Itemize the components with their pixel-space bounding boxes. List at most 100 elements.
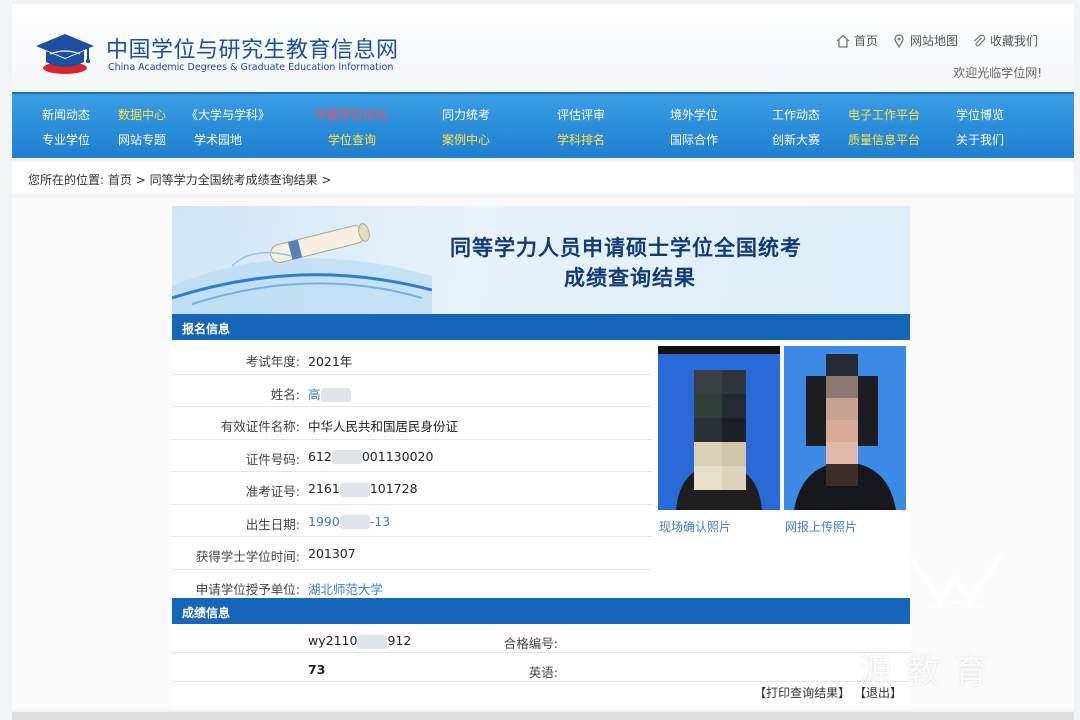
nav-item[interactable]: 专业学位 — [42, 131, 90, 148]
result-banner: 同等学力人员申请硕士学位全国统考 成绩查询结果 — [172, 206, 910, 314]
sitemap-link-label: 网站地图 — [909, 34, 958, 48]
redacted-mask — [339, 515, 370, 529]
upload-photo-caption[interactable]: 网报上传照片 — [785, 518, 857, 535]
site-name[interactable]: 中国学位与研究生教育信息网 — [106, 32, 399, 64]
sitemap-link[interactable]: 网站地图 — [892, 32, 958, 49]
field-value-text: 1990 — [308, 513, 340, 529]
field-row: 考试年度: 2021年 — [172, 342, 652, 375]
bookmark-link-label: 收藏我们 — [989, 34, 1038, 48]
field-value-tail: 001130020 — [361, 448, 434, 464]
nav-item[interactable]: 网站专题 — [118, 131, 166, 148]
scores-section-header: 成绩信息 — [172, 598, 910, 624]
field-value: 湖北师范大学 — [308, 579, 383, 598]
onsite-photo-caption[interactable]: 现场确认照片 — [659, 518, 731, 535]
nav-item[interactable]: 数据中心 — [118, 106, 166, 123]
nav-item[interactable]: 创新大赛 — [772, 131, 820, 148]
onsite-photo-image — [658, 346, 780, 510]
nav-item[interactable]: 新闻动态 — [42, 106, 90, 123]
upload-photo — [784, 346, 906, 510]
welcome-text: 欢迎光临学位网! — [953, 66, 1042, 80]
site-header: 中国学位与研究生教育信息网 China Academic Degrees & G… — [12, 4, 1074, 92]
site-name-english: China Academic Degrees & Graduate Educat… — [108, 62, 394, 73]
banner-title-line1: 同等学力人员申请硕士学位全国统考 — [450, 236, 802, 260]
nav-item[interactable]: 关于我们 — [956, 131, 1004, 148]
field-row: 英语: 73 — [172, 653, 910, 682]
nav-item[interactable]: 质量信息平台 — [848, 131, 920, 148]
field-row: 获得学士学位时间: 201307 — [172, 537, 652, 570]
field-label: 出生日期: — [245, 516, 300, 532]
field-label: 准考证号: — [245, 484, 300, 499]
map-pin-icon — [894, 33, 904, 48]
field-value: 73 — [308, 662, 325, 677]
field-value-text: 2021年 — [308, 354, 353, 369]
field-label: 考试年度: — [245, 354, 300, 369]
breadcrumb-home[interactable]: 首页 — [108, 173, 132, 187]
field-label: 合格编号: — [503, 636, 558, 651]
upload-photo-image — [784, 346, 906, 510]
top-links: 首页 网站地图 收藏我们 — [836, 32, 1038, 49]
onsite-photo — [658, 346, 780, 510]
nav-item[interactable]: 境外学位 — [670, 106, 718, 123]
field-value: 1990 -13 — [308, 513, 391, 529]
nav-item[interactable]: 评估评审 — [557, 106, 605, 123]
breadcrumb-prefix: 您所在的位置: — [28, 173, 105, 187]
field-value-text: 高 — [308, 386, 321, 402]
nav-item[interactable]: 学科排名 — [557, 131, 605, 148]
field-value-text: wy2110 — [308, 633, 358, 648]
nav-item[interactable]: 电子工作平台 — [848, 106, 920, 123]
nav-item[interactable]: 工作动态 — [772, 106, 820, 123]
nav-item[interactable]: 学位查询 — [328, 131, 376, 148]
field-row: 姓名: 高 — [172, 375, 652, 407]
redacted-mask — [357, 634, 388, 649]
home-link-label: 首页 — [853, 34, 878, 48]
field-label: 有效证件名称: — [220, 419, 300, 434]
field-value: wy2110 912 — [308, 633, 411, 649]
banner-title-line2: 成绩查询结果 — [564, 266, 696, 290]
nav-item[interactable]: 国际合作 — [670, 131, 718, 148]
paperclip-icon — [974, 34, 986, 46]
breadcrumb-current[interactable]: 同等学力全国统考成绩查询结果 — [150, 173, 318, 187]
redacted-mask — [320, 388, 351, 402]
field-value: 612 001130020 — [308, 448, 434, 464]
nav-item[interactable]: 案例中心 — [442, 131, 490, 148]
field-label: 姓名: — [270, 386, 300, 402]
field-value: 201307 — [308, 546, 356, 561]
field-value: 中华人民共和国居民身份证 — [308, 416, 458, 435]
field-row: 合格编号: wy2110 912 — [172, 624, 910, 653]
nav-item[interactable]: 学术园地 — [194, 131, 242, 148]
nav-item[interactable]: 中国学位论坛 — [315, 106, 387, 123]
field-value-text: 2161 — [308, 481, 340, 496]
bookmark-link[interactable]: 收藏我们 — [972, 32, 1038, 49]
nav-item[interactable]: 同力统考 — [442, 106, 490, 123]
field-label: 申请学位授予单位: — [195, 581, 300, 597]
banner-diploma-illustration — [172, 223, 432, 314]
field-value: 2161 101728 — [308, 481, 418, 497]
field-row: 有效证件名称: 中华人民共和国居民身份证 — [172, 407, 652, 440]
field-value-text: 中华人民共和国居民身份证 — [308, 419, 459, 434]
field-label: 英语: — [528, 665, 558, 680]
field-value-tail: -13 — [369, 513, 391, 529]
field-value-text: 73 — [308, 662, 326, 677]
field-row: 出生日期: 1990 -13 — [172, 505, 652, 537]
nav-item[interactable]: 学位博览 — [956, 106, 1004, 123]
field-label: 证件号码: — [245, 451, 300, 467]
result-panel: 同等学力人员申请硕士学位全国统考 成绩查询结果 报名信息 考试年度: 2021年姓… — [172, 206, 910, 706]
home-link[interactable]: 首页 — [836, 32, 878, 49]
redacted-mask — [331, 450, 362, 464]
field-value-text: 湖北师范大学 — [308, 581, 384, 597]
field-value: 2021年 — [308, 351, 352, 370]
redacted-mask — [339, 482, 370, 497]
graduation-cap-logo-icon[interactable] — [32, 28, 98, 76]
page-bottom-edge — [12, 712, 1074, 720]
field-row: 证件号码: 612 001130020 — [172, 440, 652, 472]
registration-section-header: 报名信息 — [172, 314, 910, 340]
field-value-text: 201307 — [308, 546, 356, 561]
main-nav: 新闻动态 数据中心 《大学与学科》 中国学位论坛 同力统考 评估评审 境外学位 工作动态 电子工… — [12, 92, 1074, 158]
breadcrumb-separator: > — [135, 173, 146, 187]
field-value-tail: 101728 — [369, 481, 418, 496]
print-result-link[interactable]: 【打印查询结果】 — [754, 686, 850, 700]
nav-item[interactable]: 《大学与学科》 — [186, 106, 270, 123]
breadcrumb: 您所在的位置: 首页 > 同等学力全国统考成绩查询结果 > — [12, 162, 1074, 194]
watermark-logo — [905, 552, 1005, 610]
field-value-text: 612 — [308, 448, 332, 464]
